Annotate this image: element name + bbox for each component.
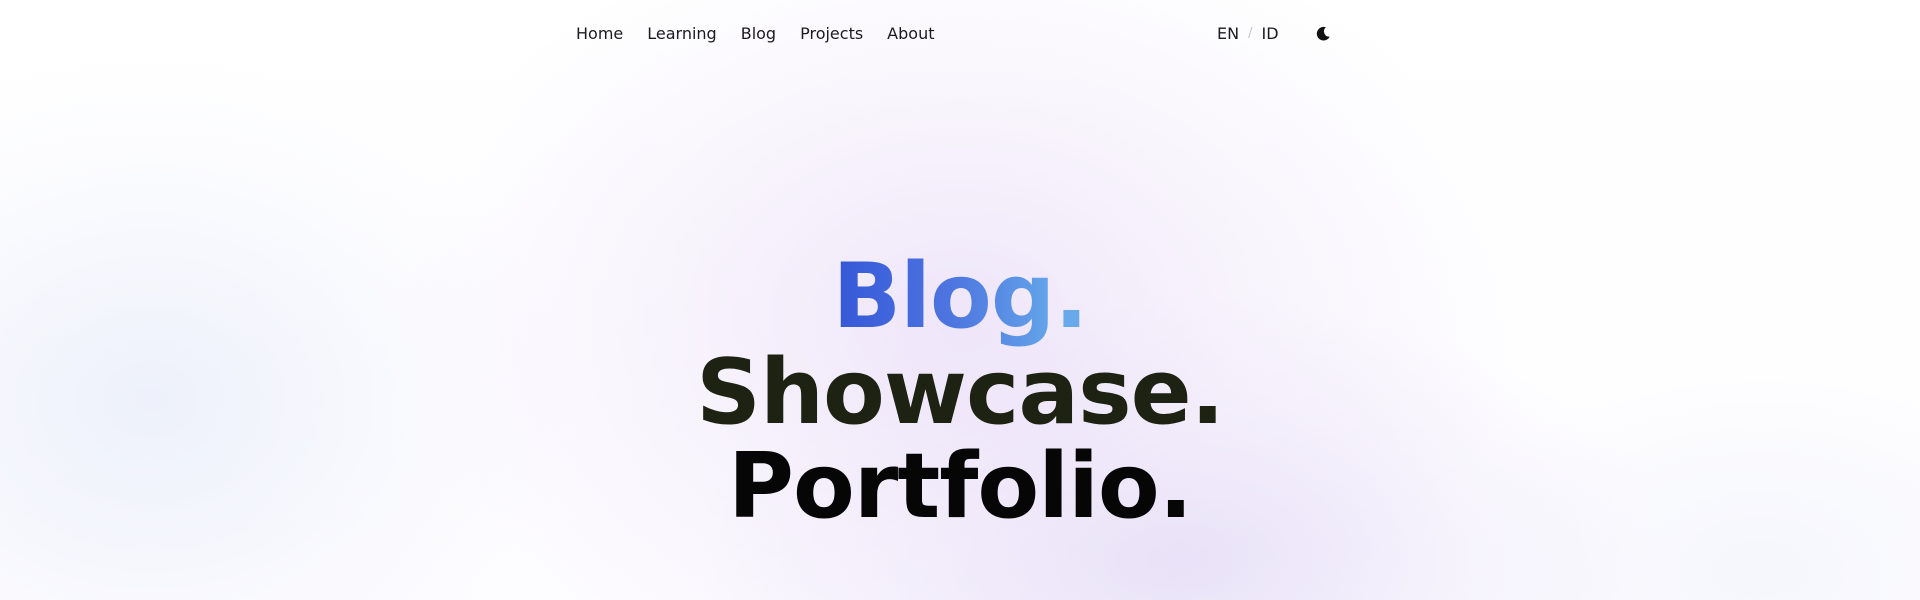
top-navigation: Home Learning Blog Projects About EN / I… xyxy=(0,0,1920,68)
language-separator: / xyxy=(1248,26,1253,41)
hero-blog-word: Blog xyxy=(832,244,1056,349)
hero-line-blog: Blog. xyxy=(0,250,1920,344)
nav-link-about[interactable]: About xyxy=(887,24,934,44)
nav-link-learning[interactable]: Learning xyxy=(647,24,716,44)
language-en-button[interactable]: EN xyxy=(1217,24,1239,44)
hero-section: Blog. Showcase. Portfolio. xyxy=(0,250,1920,534)
hero-blog-dot: . xyxy=(1054,244,1088,349)
nav-link-projects[interactable]: Projects xyxy=(800,24,863,44)
nav-link-blog[interactable]: Blog xyxy=(741,24,776,44)
hero-line-showcase: Showcase. xyxy=(696,340,1225,445)
hero-line-portfolio: Portfolio. xyxy=(728,434,1193,539)
language-id-button[interactable]: ID xyxy=(1261,24,1278,44)
primary-nav: Home Learning Blog Projects About xyxy=(576,24,934,44)
theme-toggle-button[interactable] xyxy=(1313,24,1333,44)
nav-link-home[interactable]: Home xyxy=(576,24,623,44)
language-switcher: EN / ID xyxy=(1217,24,1279,44)
moon-icon xyxy=(1316,26,1330,41)
